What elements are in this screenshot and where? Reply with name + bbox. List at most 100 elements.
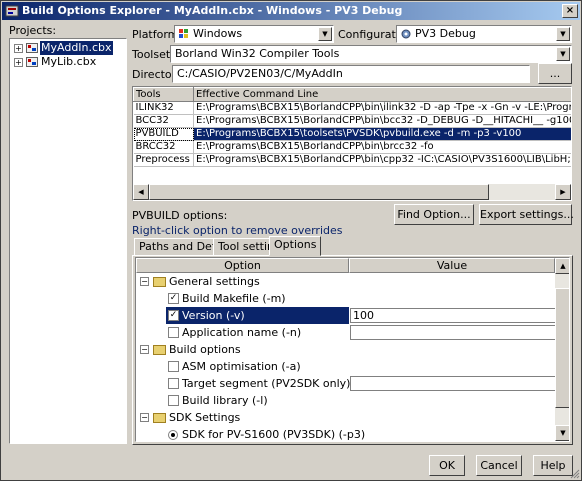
project-icon xyxy=(26,43,38,53)
collapse-icon[interactable]: − xyxy=(140,277,149,286)
folder-icon xyxy=(153,345,166,355)
scroll-up-icon[interactable]: ▲ xyxy=(555,258,569,274)
toolset-value: Borland Win32 Compiler Tools xyxy=(175,47,340,60)
group-sdk-settings[interactable]: − SDK Settings xyxy=(136,409,557,426)
radio-selected-icon[interactable] xyxy=(168,430,178,440)
option-label: ASM optimisation (-a) xyxy=(182,360,301,373)
directory-input[interactable]: C:/CASIO/PV2EN03/C/MyAddIn xyxy=(172,65,530,83)
configuration-select[interactable]: PV3 Debug ▼ xyxy=(396,25,572,43)
expand-icon[interactable]: + xyxy=(14,44,23,53)
gear-icon xyxy=(401,29,411,39)
group-build-options[interactable]: − Build options xyxy=(136,341,557,358)
windows-icon xyxy=(179,29,188,38)
table-row-selected[interactable]: PVBUILD E:\Programs\BCBX15\toolsets\PVSD… xyxy=(133,127,571,141)
target-segment-input[interactable] xyxy=(350,376,561,391)
option-label: Build library (-l) xyxy=(182,394,268,407)
option-label: Version (-v) xyxy=(182,307,245,324)
tools-hscrollbar[interactable]: ◀ ▶ xyxy=(133,184,571,200)
option-label: Target segment (PV2SDK only) (-t) xyxy=(182,377,371,390)
tool-name: ILINK32 xyxy=(133,101,194,115)
option-label: Application name (-n) xyxy=(182,326,302,339)
option-version[interactable]: ✓ Version (-v) 100 xyxy=(136,307,561,324)
tool-command: E:\Programs\BCBX15\BorlandCPP\bin\cpp32 … xyxy=(193,153,571,167)
tool-name: Preprocess xyxy=(133,153,194,167)
checkbox-checked-icon[interactable]: ✓ xyxy=(168,293,179,304)
table-row[interactable]: BRCC32 E:\Programs\BCBX15\BorlandCPP\bin… xyxy=(133,140,571,154)
group-general-settings[interactable]: − General settings xyxy=(136,273,557,290)
toolset-label: Toolset: xyxy=(132,48,174,61)
checkbox-icon[interactable] xyxy=(168,327,179,338)
table-row[interactable]: ILINK32 E:\Programs\BCBX15\BorlandCPP\bi… xyxy=(133,101,571,115)
scroll-right-icon[interactable]: ▶ xyxy=(555,184,571,200)
browse-button[interactable]: ... xyxy=(538,63,572,84)
configuration-value: PV3 Debug xyxy=(415,27,476,40)
checkbox-icon[interactable] xyxy=(168,378,179,389)
option-build-library[interactable]: Build library (-l) xyxy=(136,392,557,409)
tab-options[interactable]: Options xyxy=(269,236,322,256)
column-header-command[interactable]: Effective Command Line xyxy=(193,87,571,102)
tool-name: PVBUILD xyxy=(133,127,194,141)
expand-icon[interactable]: + xyxy=(14,58,23,67)
cancel-button[interactable]: Cancel xyxy=(476,455,522,476)
collapse-icon[interactable]: − xyxy=(140,413,149,422)
platform-select[interactable]: Windows ▼ xyxy=(174,25,334,43)
option-application-name[interactable]: Application name (-n) xyxy=(136,324,561,341)
tree-item-label: MyAddIn.cbx xyxy=(40,41,113,55)
scroll-down-icon[interactable]: ▼ xyxy=(555,425,569,441)
options-vscrollbar[interactable]: ▲ ▼ xyxy=(555,258,569,441)
options-panel: Option Value − General settings ✓ Build … xyxy=(132,255,573,445)
projects-label: Projects: xyxy=(9,24,57,37)
application-name-input[interactable] xyxy=(350,325,561,340)
chevron-down-icon[interactable]: ▼ xyxy=(556,47,570,61)
folder-icon xyxy=(153,277,166,287)
table-row[interactable]: BCC32 E:\Programs\BCBX15\BorlandCPP\bin\… xyxy=(133,114,571,128)
platform-value: Windows xyxy=(193,27,243,40)
resize-grip-icon[interactable] xyxy=(569,468,580,479)
help-button[interactable]: Help xyxy=(533,455,573,476)
option-sdk-pv-s1600[interactable]: SDK for PV-S1600 (PV3SDK) (-p3) xyxy=(136,426,557,441)
find-option-button[interactable]: Find Option... xyxy=(394,204,474,225)
scroll-thumb[interactable] xyxy=(149,184,489,200)
tree-item-label: MyLib.cbx xyxy=(41,55,97,68)
checkbox-checked-icon[interactable]: ✓ xyxy=(168,310,179,321)
option-target-segment[interactable]: Target segment (PV2SDK only) (-t) xyxy=(136,375,561,392)
tools-table: Tools Effective Command Line ILINK32 E:\… xyxy=(133,87,571,167)
version-value-input[interactable]: 100 xyxy=(350,308,561,323)
chevron-down-icon[interactable]: ▼ xyxy=(318,27,332,41)
scroll-thumb[interactable] xyxy=(555,288,569,408)
checkbox-icon[interactable] xyxy=(168,361,179,372)
option-asm-optimisation[interactable]: ASM optimisation (-a) xyxy=(136,358,557,375)
tools-grid[interactable]: Tools Effective Command Line ILINK32 E:\… xyxy=(132,86,572,201)
tool-name: BCC32 xyxy=(133,114,194,128)
column-header-tools[interactable]: Tools xyxy=(133,87,194,102)
window-title: Build Options Explorer - MyAddIn.cbx - W… xyxy=(22,4,403,17)
options-grid[interactable]: Option Value − General settings ✓ Build … xyxy=(135,257,570,442)
build-options-window: Build Options Explorer - MyAddIn.cbx - W… xyxy=(0,0,582,481)
tools-header-row: Tools Effective Command Line xyxy=(133,87,571,102)
project-icon xyxy=(26,57,38,67)
folder-icon xyxy=(153,413,166,423)
export-settings-button[interactable]: Export settings... xyxy=(479,204,574,225)
toolset-select[interactable]: Borland Win32 Compiler Tools ▼ xyxy=(170,45,572,63)
option-build-makefile[interactable]: ✓ Build Makefile (-m) xyxy=(136,290,557,307)
tool-command: E:\Programs\BCBX15\toolsets\PVSDK\pvbuil… xyxy=(193,127,571,141)
chevron-down-icon[interactable]: ▼ xyxy=(556,27,570,41)
group-label: Build options xyxy=(169,343,241,356)
tool-command: E:\Programs\BCBX15\BorlandCPP\bin\brcc32… xyxy=(193,140,571,154)
table-row[interactable]: Preprocess E:\Programs\BCBX15\BorlandCPP… xyxy=(133,153,571,167)
ok-button[interactable]: OK xyxy=(429,455,465,476)
app-icon xyxy=(5,5,19,17)
column-header-value[interactable]: Value xyxy=(349,258,555,273)
group-label: General settings xyxy=(169,275,260,288)
title-bar[interactable]: Build Options Explorer - MyAddIn.cbx - W… xyxy=(2,2,580,20)
options-tool-label: PVBUILD options: xyxy=(132,209,228,222)
tool-command: E:\Programs\BCBX15\BorlandCPP\bin\ilink3… xyxy=(193,101,571,115)
collapse-icon[interactable]: − xyxy=(140,345,149,354)
close-button[interactable]: × xyxy=(562,4,578,18)
tool-name: BRCC32 xyxy=(133,140,194,154)
checkbox-icon[interactable] xyxy=(168,395,179,406)
group-label: SDK Settings xyxy=(169,411,241,424)
projects-tree[interactable]: + MyAddIn.cbx + MyLib.cbx xyxy=(9,38,127,444)
scroll-left-icon[interactable]: ◀ xyxy=(133,184,149,200)
column-header-option[interactable]: Option xyxy=(136,258,349,273)
